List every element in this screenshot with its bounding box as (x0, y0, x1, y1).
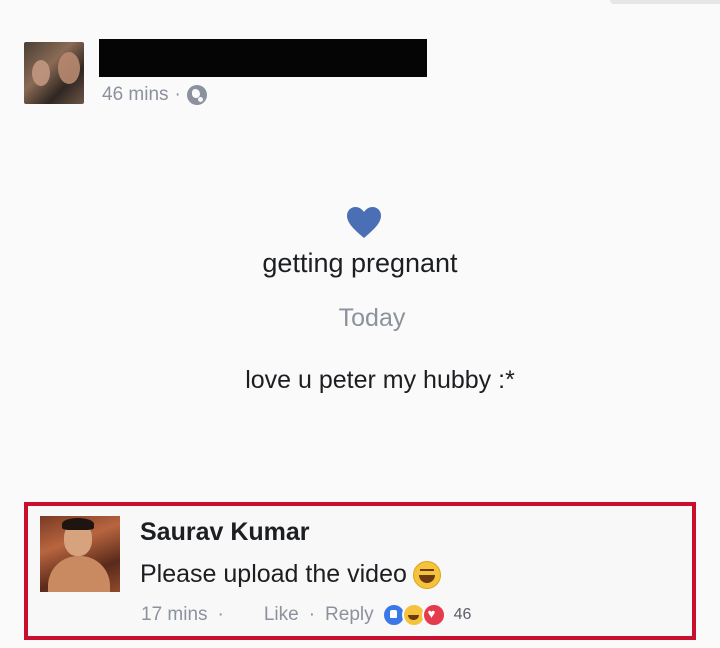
post-time[interactable]: 46 mins (102, 84, 169, 106)
meta-separator: · (174, 84, 181, 105)
commenter-name[interactable]: Saurav Kumar (140, 518, 310, 547)
action-separator: · (217, 604, 224, 625)
life-event-date: Today (338, 304, 406, 332)
commenter-avatar[interactable] (40, 516, 120, 592)
reaction-summary[interactable]: 46 (381, 603, 472, 627)
facebook-post: 46 mins · getting pregnant Today love u … (0, 0, 720, 648)
reply-button[interactable]: Reply (325, 604, 374, 626)
post-meta: 46 mins · (102, 84, 207, 106)
heart-icon (347, 207, 381, 238)
action-separator: · (308, 604, 316, 625)
life-event-caption: love u peter my hubby :* (245, 366, 515, 394)
life-event-title: getting pregnant (262, 248, 458, 278)
love-reaction-icon (421, 603, 446, 627)
laughing-face-icon (412, 560, 441, 589)
avatar-torso (48, 556, 110, 592)
avatar-face (58, 52, 80, 84)
globe-icon (186, 85, 207, 105)
comment-text: Please upload the video (140, 560, 441, 589)
comment-body: Please upload the video (140, 560, 407, 588)
heart-shape (347, 207, 381, 238)
like-button[interactable]: Like (264, 604, 299, 626)
reaction-count: 46 (453, 606, 472, 623)
comment-time[interactable]: 17 mins (141, 604, 208, 626)
avatar-face (32, 60, 50, 86)
top-edge-bar (610, 0, 720, 4)
poster-avatar[interactable] (24, 42, 84, 104)
avatar-hair (62, 518, 94, 530)
redacted-poster-name (99, 39, 427, 77)
comment-actions: 17 mins · Like · Reply 46 (141, 603, 471, 627)
